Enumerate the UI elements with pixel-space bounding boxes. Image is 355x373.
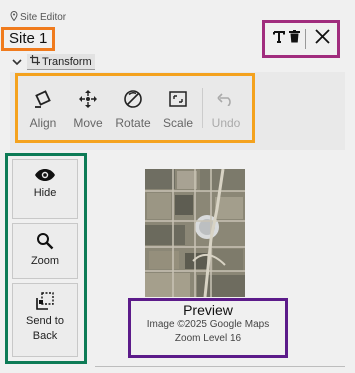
- map-preview-image: [145, 169, 245, 297]
- toolbar-divider: [305, 29, 306, 49]
- preview-info: Preview Image ©2025 Google Maps Zoom Lev…: [128, 298, 288, 358]
- send-to-back-label: Send to Back: [26, 315, 64, 342]
- zoom-label: Zoom: [30, 255, 60, 267]
- move-button[interactable]: Move: [69, 87, 107, 130]
- trash-icon: [288, 30, 300, 48]
- undo-label: Undo: [211, 115, 241, 130]
- align-icon: [32, 87, 54, 111]
- text-tool-button[interactable]: [271, 23, 287, 55]
- transform-label: Transform: [42, 55, 92, 68]
- text-icon: [273, 30, 285, 48]
- hide-button[interactable]: Hide: [12, 159, 78, 219]
- delete-button[interactable]: [287, 23, 301, 55]
- scale-label: Scale: [163, 115, 194, 130]
- undo-button[interactable]: Undo: [207, 87, 245, 130]
- move-label: Move: [73, 115, 103, 130]
- undo-icon: [215, 87, 237, 111]
- transform-section-header[interactable]: Transform: [12, 52, 95, 72]
- scale-button[interactable]: Scale: [159, 87, 197, 130]
- preview-title: Preview: [183, 302, 233, 318]
- preview-zoom-level: Zoom Level 16: [174, 333, 242, 344]
- align-button[interactable]: Align: [24, 87, 62, 130]
- scale-icon: [167, 87, 189, 111]
- rotate-button[interactable]: Rotate: [114, 87, 152, 130]
- zoom-button[interactable]: Zoom: [12, 223, 78, 279]
- site-title[interactable]: Site 1: [1, 27, 55, 51]
- right-toolbar: [262, 20, 340, 58]
- tools-divider: [202, 88, 204, 128]
- rotate-icon: [122, 87, 144, 111]
- preview-attribution: Image ©2025 Google Maps: [146, 319, 270, 330]
- close-button[interactable]: [310, 23, 334, 55]
- eye-icon: [34, 168, 56, 182]
- hide-label: Hide: [33, 187, 57, 199]
- close-icon: [314, 29, 330, 49]
- chevron-down-icon[interactable]: [12, 58, 22, 66]
- transform-tools: Align Move Rotate Scale Undo: [15, 73, 255, 143]
- rotate-label: Rotate: [115, 115, 151, 130]
- divider: [95, 366, 345, 367]
- transform-tab[interactable]: Transform: [27, 54, 95, 70]
- side-toolbar: Hide Zoom Send to Back: [5, 153, 87, 364]
- move-icon: [77, 87, 99, 111]
- magnifier-icon: [36, 232, 54, 250]
- align-label: Align: [29, 115, 57, 130]
- panel-header: Site Editor: [10, 10, 67, 24]
- send-to-back-icon: [36, 292, 54, 310]
- send-to-back-button[interactable]: Send to Back: [12, 283, 78, 357]
- panel-label: Site Editor: [20, 12, 67, 23]
- crop-icon: [30, 55, 40, 68]
- map-pin-icon: [10, 10, 18, 24]
